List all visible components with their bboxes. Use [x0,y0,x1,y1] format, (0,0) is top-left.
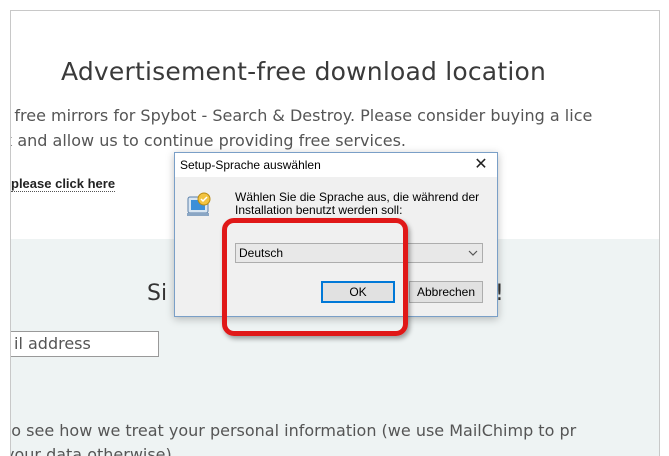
intro-line-2: k and allow us to continue providing fre… [10,131,406,150]
page-title: Advertisement-free download location [61,57,547,86]
intro-line-1: t free mirrors for Spybot - Search & Des… [10,106,593,125]
close-icon[interactable]: ✕ [471,155,491,175]
language-select[interactable]: Deutsch [235,243,483,263]
setup-icon [187,192,211,216]
ok-button[interactable]: OK [321,281,395,303]
dialog-message: Wählen Sie die Sprache aus, die während … [235,190,480,217]
setup-language-dialog: Setup-Sprache auswählen ✕ Wählen Sie die… [174,152,498,317]
privacy-line-1: to see how we treat your personal inform… [10,421,577,440]
click-here-link[interactable]: please click here [11,176,116,192]
privacy-line-2: your data otherwise) [10,445,172,456]
cancel-button[interactable]: Abbrechen [409,281,483,303]
email-input[interactable]: il address [11,331,159,357]
dialog-titlebar[interactable]: Setup-Sprache auswählen ✕ [175,153,497,177]
intro-text: t free mirrors for Spybot - Search & Des… [10,103,659,153]
signup-heading: Si [147,281,168,306]
dialog-title: Setup-Sprache auswählen [180,158,321,172]
chevron-down-icon [468,250,478,256]
language-select-value: Deutsch [239,246,284,260]
privacy-text: to see how we treat your personal inform… [10,419,659,456]
